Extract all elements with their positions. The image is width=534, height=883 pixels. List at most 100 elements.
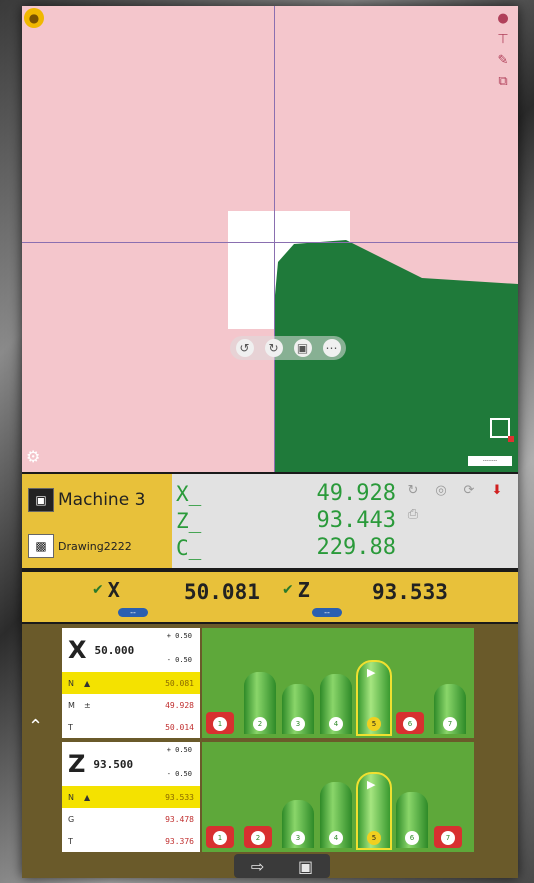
settings-gear-icon[interactable]: ⚙ <box>26 447 40 466</box>
sample-number-badge[interactable]: 2 <box>251 831 265 845</box>
measurement-block-z: Z 93.500 + 0.50 - 0.50 N ▲ 93.533 G 93.4… <box>62 742 474 852</box>
nominal-header: Z 93.500 + 0.50 - 0.50 <box>62 742 200 786</box>
drawing-name: Drawing2222 <box>58 539 132 553</box>
info-row[interactable]: N ▲ 93.533 <box>62 786 200 808</box>
refresh-icon[interactable]: ⟳ <box>458 482 480 500</box>
row-value: 50.081 <box>165 678 194 688</box>
fit-view-icon[interactable] <box>490 418 514 442</box>
measurement-info: X 50.000 + 0.50 - 0.50 N ▲ 50.081 M ± 49… <box>62 628 200 738</box>
horizontal-axis-line <box>22 242 518 243</box>
offset-z-toggle[interactable]: ✔ Z <box>282 578 310 602</box>
save-icon[interactable]: ▣ <box>293 339 312 357</box>
row-value: 93.533 <box>165 792 194 802</box>
menu-logo-icon[interactable]: ● <box>24 8 44 28</box>
row-mark: ▲ <box>84 678 91 688</box>
offset-x-toggle[interactable]: ✔ X <box>92 578 120 602</box>
row-value: 93.478 <box>165 814 194 824</box>
link-icon[interactable]: ↻ <box>402 482 424 500</box>
light-icon[interactable]: ● <box>492 10 514 28</box>
sample-number-badge[interactable]: 4 <box>329 831 343 845</box>
tolerance-plus: + 0.50 <box>166 632 192 640</box>
axis-letter: X <box>68 636 87 664</box>
crosshair-icon[interactable]: ⊤ <box>492 31 514 49</box>
offset-z-label: Z <box>297 578 310 602</box>
sample-number-badge[interactable]: 7 <box>441 831 455 845</box>
axis-value: 49.928 <box>316 481 396 506</box>
row-label: N <box>68 792 74 802</box>
copy-icon[interactable]: ⧉ <box>492 73 514 91</box>
bottom-toolbar: ⇨ ▣ <box>234 854 330 878</box>
sample-number-badge[interactable]: 1 <box>213 831 227 845</box>
offset-x-label: X <box>107 578 120 602</box>
flag-icon: ▶ <box>367 778 376 791</box>
drawing-canvas[interactable]: ● ● ⊤ ✎ ⧉ ↺ ↻ ▣ ⋯ ⚙ -------- <box>22 6 518 472</box>
axis-label: Z_ <box>176 508 202 533</box>
row-mark: ± <box>84 700 91 710</box>
nominal-value: 50.000 <box>94 643 135 657</box>
redo-icon[interactable]: ↻ <box>264 339 283 357</box>
check-icon: ✔ <box>92 582 104 598</box>
save-icon[interactable]: ▣ <box>298 857 313 876</box>
sample-number-badge[interactable]: 5 <box>367 717 381 731</box>
offset-bar: ✔ X -- 50.081 ✔ Z -- 93.533 <box>22 572 518 622</box>
machine-selector[interactable]: ▣ Machine 3 <box>28 488 145 512</box>
part-profile <box>274 240 518 472</box>
axis-letter: Z <box>68 750 86 778</box>
more-icon[interactable]: ⋯ <box>322 339 341 357</box>
canvas-side-toolbar: ● ⊤ ✎ ⧉ <box>492 10 514 91</box>
sample-number-badge[interactable]: 3 <box>291 717 305 731</box>
offset-x-value: 50.081 <box>184 580 260 604</box>
sample-number-badge[interactable]: 6 <box>403 717 417 731</box>
info-row[interactable]: T 50.014 <box>62 716 200 738</box>
row-value: 49.928 <box>165 700 194 710</box>
undo-icon[interactable]: ↺ <box>235 339 254 357</box>
row-label: T <box>68 836 73 846</box>
export-icon[interactable]: ⇨ <box>251 857 264 876</box>
machine-panel: ▣ Machine 3 ▩ Drawing2222 <box>22 474 172 568</box>
offset-z-pill[interactable]: -- <box>312 608 342 617</box>
probe-icon[interactable]: ◎ <box>430 482 452 500</box>
measurement-block-x: X 50.000 + 0.50 - 0.50 N ▲ 50.081 M ± 49… <box>62 628 474 738</box>
row-label: G <box>68 814 75 824</box>
download-icon[interactable]: ⬇ <box>486 482 508 500</box>
axis-row-x: X_ 49.928 <box>176 480 396 507</box>
info-row[interactable]: N ▲ 50.081 <box>62 672 200 694</box>
app-frame: ● ● ⊤ ✎ ⧉ ↺ ↻ ▣ ⋯ ⚙ -------- ▣ Machine 3… <box>22 6 518 878</box>
flag-icon: ▶ <box>367 666 376 679</box>
drawing-icon: ▩ <box>28 534 54 558</box>
machine-icon: ▣ <box>28 488 54 512</box>
measurement-history-plot[interactable]: 1 2 3 4 ▶ 5 6 7 <box>202 742 474 852</box>
nominal-value: 93.500 <box>93 757 134 771</box>
sample-number-badge[interactable]: 7 <box>443 717 457 731</box>
axis-row-c: C_ 229.88 <box>176 534 396 561</box>
sample-number-badge[interactable]: 5 <box>367 831 381 845</box>
offset-x-pill[interactable]: -- <box>118 608 148 617</box>
measurement-info: Z 93.500 + 0.50 - 0.50 N ▲ 93.533 G 93.4… <box>62 742 200 852</box>
tolerance-minus: - 0.50 <box>166 770 192 778</box>
row-label: T <box>68 722 73 732</box>
status-toolbar: ↻ ◎ ⟳ ⬇ ⎙ <box>402 482 512 524</box>
axis-label: X_ <box>176 481 202 506</box>
info-row[interactable]: T 93.376 <box>62 830 200 852</box>
offset-z-value: 93.533 <box>372 580 448 604</box>
print-icon[interactable]: ⎙ <box>402 506 424 524</box>
sample-number-badge[interactable]: 2 <box>253 717 267 731</box>
sample-number-badge[interactable]: 6 <box>405 831 419 845</box>
sample-number-badge[interactable]: 3 <box>291 831 305 845</box>
measurement-history-plot[interactable]: 1 2 3 4 ▶ 5 6 7 <box>202 628 474 738</box>
info-row[interactable]: M ± 49.928 <box>62 694 200 716</box>
sample-number-badge[interactable]: 1 <box>213 717 227 731</box>
axis-value: 229.88 <box>316 535 396 560</box>
scale-bar: -------- <box>468 456 512 466</box>
tolerance-minus: - 0.50 <box>166 656 192 664</box>
drawing-selector[interactable]: ▩ Drawing2222 <box>28 534 132 558</box>
sample-number-badge[interactable]: 4 <box>329 717 343 731</box>
nominal-header: X 50.000 + 0.50 - 0.50 <box>62 628 200 672</box>
edit-icon[interactable]: ✎ <box>492 52 514 70</box>
chevron-up-icon[interactable]: ⌃ <box>28 716 43 737</box>
measurement-panel: ⌃ X 50.000 + 0.50 - 0.50 N ▲ 50.081 M ± … <box>22 624 518 878</box>
row-value: 93.376 <box>165 836 194 846</box>
check-icon: ✔ <box>282 582 294 598</box>
axis-row-z: Z_ 93.443 <box>176 507 396 534</box>
info-row[interactable]: G 93.478 <box>62 808 200 830</box>
